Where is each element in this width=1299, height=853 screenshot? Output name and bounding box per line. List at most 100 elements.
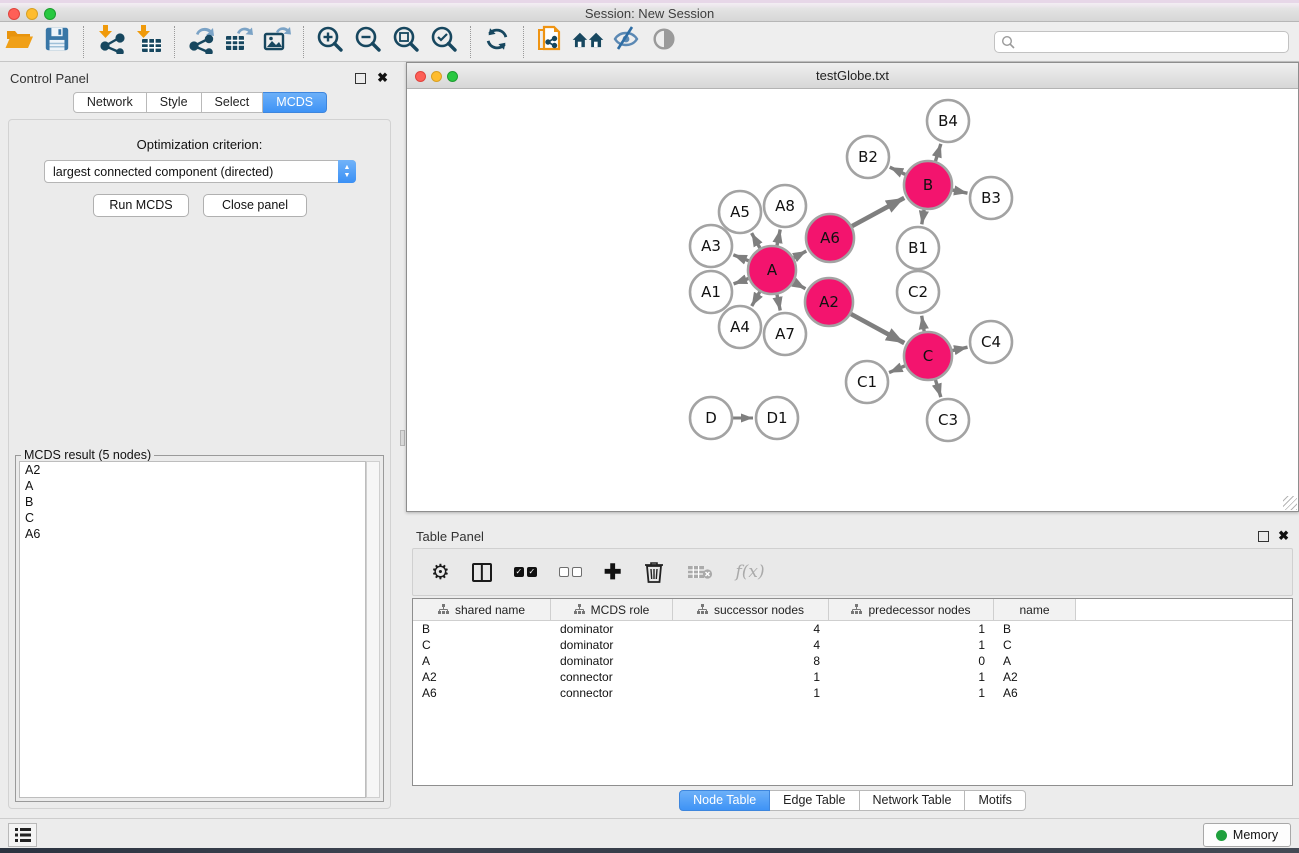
graph-edge-A-A2[interactable]	[794, 282, 806, 289]
graph-edge-B-B2[interactable]	[890, 167, 906, 174]
add-column-icon[interactable]: ✚	[604, 557, 622, 587]
open-session-button[interactable]	[0, 25, 38, 59]
float-window-icon[interactable]	[1258, 531, 1269, 542]
table-row[interactable]: A2connector11A2	[413, 669, 1292, 685]
table-cell[interactable]: 4	[673, 621, 829, 637]
graph-node-B4[interactable]: B4	[927, 100, 969, 142]
network-graph-canvas[interactable]: AA1A2A3A4A5A6A7A8BB1B2B3B4CC1C2C3C4DD1	[407, 89, 1298, 511]
gear-icon[interactable]: ⚙	[431, 557, 450, 587]
graph-edge-C-C1[interactable]	[889, 366, 905, 373]
mcds-result-scrollbar[interactable]	[366, 461, 380, 798]
zoom-in-button[interactable]	[311, 25, 349, 59]
tab-style[interactable]: Style	[147, 92, 202, 113]
graph-node-A4[interactable]: A4	[719, 306, 761, 348]
graph-node-D[interactable]: D	[690, 397, 732, 439]
zoom-fit-button[interactable]	[387, 25, 425, 59]
table-row[interactable]: Adominator80A	[413, 653, 1292, 669]
graph-node-A5[interactable]: A5	[719, 191, 761, 233]
table-cell[interactable]: A	[994, 653, 1076, 669]
graph-node-C[interactable]: C	[904, 332, 952, 380]
graph-edge-A6-B[interactable]	[852, 198, 904, 226]
criterion-dropdown[interactable]: largest connected component (directed) ▲…	[44, 160, 356, 183]
graph-node-B[interactable]: B	[904, 161, 952, 209]
table-cell[interactable]: 1	[673, 669, 829, 685]
graph-node-A[interactable]: A	[748, 246, 796, 294]
graph-node-C2[interactable]: C2	[897, 271, 939, 313]
table-cell[interactable]: 1	[829, 685, 994, 701]
select-all-icon[interactable]: ✓✓	[514, 557, 537, 587]
column-header-successor-nodes[interactable]: successor nodes	[673, 599, 829, 620]
graph-node-C3[interactable]: C3	[927, 399, 969, 441]
graph-edge-C-C4[interactable]	[952, 347, 967, 350]
graph-node-A7[interactable]: A7	[764, 313, 806, 355]
graph-edge-A-A4[interactable]	[752, 292, 760, 306]
mcds-result-list[interactable]: A2ABCA6	[19, 461, 366, 798]
delete-icon[interactable]	[643, 557, 665, 587]
graph-edge-B-B3[interactable]	[952, 190, 967, 193]
show-details-button[interactable]	[645, 25, 683, 59]
graph-node-A8[interactable]: A8	[764, 185, 806, 227]
close-icon[interactable]: ✖	[377, 70, 388, 86]
splitter-handle[interactable]	[400, 430, 405, 446]
table-cell[interactable]: 4	[673, 637, 829, 653]
search-input[interactable]	[1015, 33, 1288, 51]
graph-edge-A-A8[interactable]	[777, 230, 780, 246]
hide-details-button[interactable]	[607, 25, 645, 59]
table-cell[interactable]: 1	[829, 621, 994, 637]
resize-grip-icon[interactable]	[1283, 496, 1297, 510]
home-button[interactable]	[569, 25, 607, 59]
tab-motifs[interactable]: Motifs	[965, 790, 1025, 811]
graph-edge-C-C3[interactable]	[935, 380, 940, 397]
graph-edge-A2-C[interactable]	[851, 314, 904, 343]
import-table-button[interactable]	[129, 25, 167, 59]
table-cell[interactable]: A6	[994, 685, 1076, 701]
export-network-button[interactable]	[182, 25, 220, 59]
close-panel-button[interactable]: Close panel	[203, 194, 307, 217]
graph-edge-A-A5[interactable]	[752, 233, 760, 248]
table-cell[interactable]: B	[994, 621, 1076, 637]
table-row[interactable]: A6connector11A6	[413, 685, 1292, 701]
table-cell[interactable]: 1	[829, 669, 994, 685]
graph-node-A3[interactable]: A3	[690, 225, 732, 267]
tab-mcds[interactable]: MCDS	[263, 92, 327, 113]
column-header-predecessor-nodes[interactable]: predecessor nodes	[829, 599, 994, 620]
float-window-icon[interactable]	[355, 73, 366, 84]
graph-edge-A-A6[interactable]	[794, 251, 806, 258]
task-history-button[interactable]	[8, 823, 37, 847]
table-cell[interactable]: C	[413, 637, 551, 653]
table-cell[interactable]: 8	[673, 653, 829, 669]
deselect-all-icon[interactable]	[559, 557, 582, 587]
mcds-result-item[interactable]: C	[20, 510, 365, 526]
graph-node-A6[interactable]: A6	[806, 214, 854, 262]
column-header-name[interactable]: name	[994, 599, 1076, 620]
table-cell[interactable]: A	[413, 653, 551, 669]
network-file-button[interactable]	[531, 25, 569, 59]
column-header-shared-name[interactable]: shared name	[413, 599, 551, 620]
tab-select[interactable]: Select	[202, 92, 264, 113]
table-cell[interactable]: dominator	[551, 637, 673, 653]
graph-edge-A-A7[interactable]	[777, 294, 780, 310]
run-mcds-button[interactable]: Run MCDS	[93, 194, 189, 217]
table-cell[interactable]: B	[413, 621, 551, 637]
graph-node-B1[interactable]: B1	[897, 227, 939, 269]
tab-network-table[interactable]: Network Table	[860, 790, 966, 811]
table-cell[interactable]: C	[994, 637, 1076, 653]
export-image-button[interactable]	[258, 25, 296, 59]
mcds-result-item[interactable]: A	[20, 478, 365, 494]
table-cell[interactable]: connector	[551, 685, 673, 701]
import-network-button[interactable]	[91, 25, 129, 59]
graph-node-B3[interactable]: B3	[970, 177, 1012, 219]
save-session-button[interactable]	[38, 25, 76, 59]
graph-edge-B-B1[interactable]	[922, 210, 924, 225]
table-cell[interactable]: dominator	[551, 621, 673, 637]
refresh-button[interactable]	[478, 25, 516, 59]
search-box[interactable]	[994, 31, 1289, 53]
graph-node-A2[interactable]: A2	[805, 278, 853, 326]
graph-node-B2[interactable]: B2	[847, 136, 889, 178]
graph-edge-A-A3[interactable]	[733, 255, 748, 261]
mcds-result-item[interactable]: B	[20, 494, 365, 510]
graph-node-D1[interactable]: D1	[756, 397, 798, 439]
table-row[interactable]: Cdominator41C	[413, 637, 1292, 653]
tab-network[interactable]: Network	[73, 92, 147, 113]
column-header-MCDS-role[interactable]: MCDS role	[551, 599, 673, 620]
